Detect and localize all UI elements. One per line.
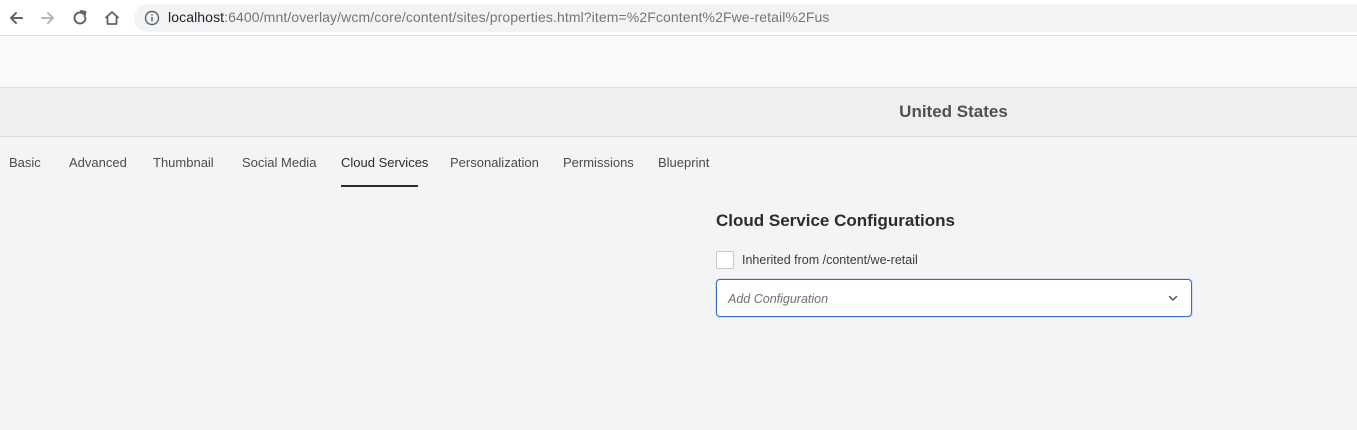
url-host: localhost [168, 9, 225, 25]
page-title: United States [899, 102, 1008, 121]
properties-tabs: Basic Advanced Thumbnail Social Media Cl… [0, 137, 1357, 187]
tab-cloud-services[interactable]: Cloud Services [341, 155, 428, 170]
tab-personalization[interactable]: Personalization [450, 155, 539, 170]
add-configuration-select[interactable]: Add Configuration [716, 279, 1192, 317]
active-tab-indicator [341, 185, 418, 187]
inherited-checkbox[interactable] [716, 251, 734, 269]
browser-toolbar: localhost:6400/mnt/overlay/wcm/core/cont… [0, 0, 1357, 36]
home-button[interactable] [101, 7, 123, 29]
tab-blueprint[interactable]: Blueprint [658, 155, 709, 170]
forward-arrow-icon [41, 12, 54, 24]
tab-permissions[interactable]: Permissions [563, 155, 634, 170]
inherited-checkbox-label[interactable]: Inherited from /content/we-retail [742, 253, 918, 267]
title-bar: United States [0, 88, 1357, 137]
forward-button[interactable] [37, 7, 59, 29]
address-bar[interactable]: localhost:6400/mnt/overlay/wcm/core/cont… [134, 4, 1357, 32]
info-icon[interactable] [144, 10, 160, 26]
back-arrow-icon [10, 12, 23, 24]
tab-social-media[interactable]: Social Media [242, 155, 316, 170]
tab-basic[interactable]: Basic [9, 155, 41, 170]
chevron-down-icon [1168, 295, 1178, 301]
app-top-bar [0, 36, 1357, 88]
section-title: Cloud Service Configurations [716, 211, 955, 230]
tab-advanced[interactable]: Advanced [69, 155, 127, 170]
home-icon [104, 11, 120, 25]
back-button[interactable] [5, 7, 27, 29]
select-placeholder: Add Configuration [728, 292, 829, 306]
url-text[interactable]: localhost:6400/mnt/overlay/wcm/core/cont… [168, 9, 829, 25]
url-path: :6400/mnt/overlay/wcm/core/content/sites… [224, 9, 830, 25]
reload-button[interactable] [69, 7, 91, 29]
reload-icon [73, 10, 87, 25]
tab-thumbnail[interactable]: Thumbnail [153, 155, 214, 170]
